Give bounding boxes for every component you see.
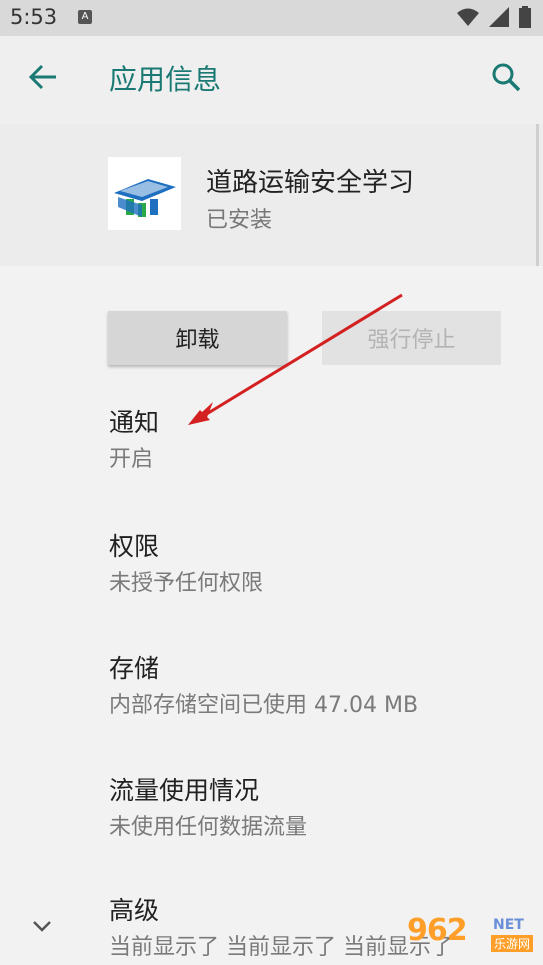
watermark-net: NET — [493, 917, 524, 933]
app-info-content: 卸载 强行停止 通知 开启 权限 未授予任何权限 存储 内部存储空间已使用 47… — [0, 266, 543, 965]
setting-subtitle: 未授予任何权限 — [109, 571, 264, 596]
force-stop-button[interactable]: 强行停止 — [322, 311, 501, 365]
back-arrow-icon[interactable] — [26, 60, 60, 94]
setting-subtitle: 开启 — [109, 447, 154, 472]
setting-notifications[interactable]: 通知 开启 — [109, 406, 529, 476]
app-name: 道路运输安全学习 — [206, 168, 415, 198]
battery-icon — [519, 6, 531, 28]
setting-permissions[interactable]: 权限 未授予任何权限 — [109, 530, 529, 600]
app-logo-icon — [114, 179, 176, 217]
app-icon — [108, 157, 181, 230]
signal-icon — [489, 7, 509, 27]
setting-title: 权限 — [109, 532, 160, 561]
setting-storage[interactable]: 存储 内部存储空间已使用 47.04 MB — [109, 652, 529, 722]
notification-badge: A — [78, 10, 92, 24]
wifi-icon — [457, 8, 479, 26]
chevron-down-icon[interactable] — [28, 912, 56, 940]
page-title: 应用信息 — [109, 63, 222, 96]
status-time: 5:53 — [10, 5, 58, 29]
status-bar: 5:53 A — [0, 0, 543, 36]
setting-subtitle: 未使用任何数据流量 — [109, 815, 308, 840]
app-install-status: 已安装 — [206, 208, 273, 233]
setting-title: 流量使用情况 — [109, 776, 260, 805]
uninstall-button[interactable]: 卸载 — [108, 311, 287, 365]
app-bar: 应用信息 — [0, 36, 543, 124]
setting-title: 存储 — [109, 654, 160, 683]
setting-data-usage[interactable]: 流量使用情况 未使用任何数据流量 — [109, 774, 529, 844]
watermark-logo: 962 NET 乐游网 — [407, 913, 537, 959]
setting-title: 通知 — [109, 408, 160, 437]
setting-subtitle: 内部存储空间已使用 47.04 MB — [109, 693, 419, 718]
search-icon[interactable] — [489, 60, 523, 94]
app-header: 道路运输安全学习 已安装 — [0, 124, 543, 266]
watermark-sub: 乐游网 — [491, 935, 534, 952]
status-icons — [457, 6, 531, 28]
watermark-962: 962 — [407, 913, 468, 948]
